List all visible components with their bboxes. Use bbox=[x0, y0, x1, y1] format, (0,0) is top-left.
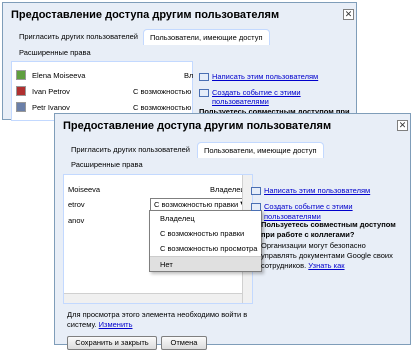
front-tabbar: Пригласить других пользователей Пользова… bbox=[65, 142, 405, 158]
avatar bbox=[16, 70, 26, 80]
menu-item-none[interactable]: Нет bbox=[150, 256, 261, 271]
front-tab-access[interactable]: Пользователи, имеющие доступ bbox=[197, 142, 324, 158]
back-user-panel: Elena Moiseeva Вл Ivan Petrov С возможно… bbox=[11, 61, 193, 121]
permission-menu: Владелец С возможностью правки С возможн… bbox=[149, 210, 262, 272]
back-tab-access[interactable]: Пользователи, имеющие доступ bbox=[143, 29, 270, 45]
horizontal-scrollbar[interactable] bbox=[64, 293, 242, 303]
calendar-icon bbox=[251, 203, 261, 211]
front-link-event[interactable]: Создать событие с этими пользователями bbox=[264, 202, 404, 222]
menu-item-edit[interactable]: С возможностью правки bbox=[150, 226, 261, 241]
back-tab-advanced[interactable]: Расширенные права bbox=[13, 45, 97, 60]
footer-note-block: Для просмотра этого элемента необходимо … bbox=[67, 310, 252, 330]
back-tab-invite[interactable]: Пригласить других пользователей bbox=[13, 29, 144, 44]
avatar bbox=[16, 102, 26, 112]
back-close-icon[interactable]: ✕ bbox=[343, 9, 354, 20]
front-close-icon[interactable]: ✕ bbox=[397, 120, 408, 131]
change-link[interactable]: Изменить bbox=[99, 320, 133, 329]
front-dialog: Предоставление доступа другим пользовате… bbox=[54, 113, 411, 350]
save-close-button[interactable]: Сохранить и закрыть bbox=[67, 336, 157, 350]
learn-more-link[interactable]: Узнать как bbox=[308, 261, 344, 270]
back-link-event[interactable]: Создать событие с этими пользователями bbox=[212, 88, 356, 106]
front-tab-invite[interactable]: Пригласить других пользователей bbox=[65, 142, 196, 157]
cancel-button[interactable]: Отмена bbox=[161, 336, 207, 350]
owner-label[interactable]: Владелец bbox=[210, 185, 245, 194]
back-dialog: Предоставление доступа другим пользовате… bbox=[2, 2, 357, 121]
front-tab-advanced[interactable]: Расширенные права bbox=[65, 157, 149, 172]
back-link-email[interactable]: Написать этим пользователям bbox=[212, 72, 318, 81]
footer-note: Для просмотра этого элемента необходимо … bbox=[67, 310, 248, 329]
calendar-icon bbox=[199, 89, 209, 97]
mail-icon bbox=[251, 187, 261, 195]
mail-icon bbox=[199, 73, 209, 81]
menu-item-view[interactable]: С возможностью просмотра bbox=[150, 241, 261, 256]
info-block: Организации могут безопасно управлять до… bbox=[261, 241, 401, 271]
front-question: Пользуетесь совместным доступом при рабо… bbox=[261, 220, 396, 239]
menu-item-owner[interactable]: Владелец bbox=[150, 211, 261, 226]
front-dialog-title: Предоставление доступа другим пользовате… bbox=[63, 120, 332, 132]
front-link-email[interactable]: Написать этим пользователям bbox=[264, 186, 370, 195]
back-dialog-title: Предоставление доступа другим пользовате… bbox=[11, 9, 280, 21]
avatar bbox=[16, 86, 26, 96]
back-tabbar: Пригласить других пользователей Пользова… bbox=[13, 29, 353, 45]
